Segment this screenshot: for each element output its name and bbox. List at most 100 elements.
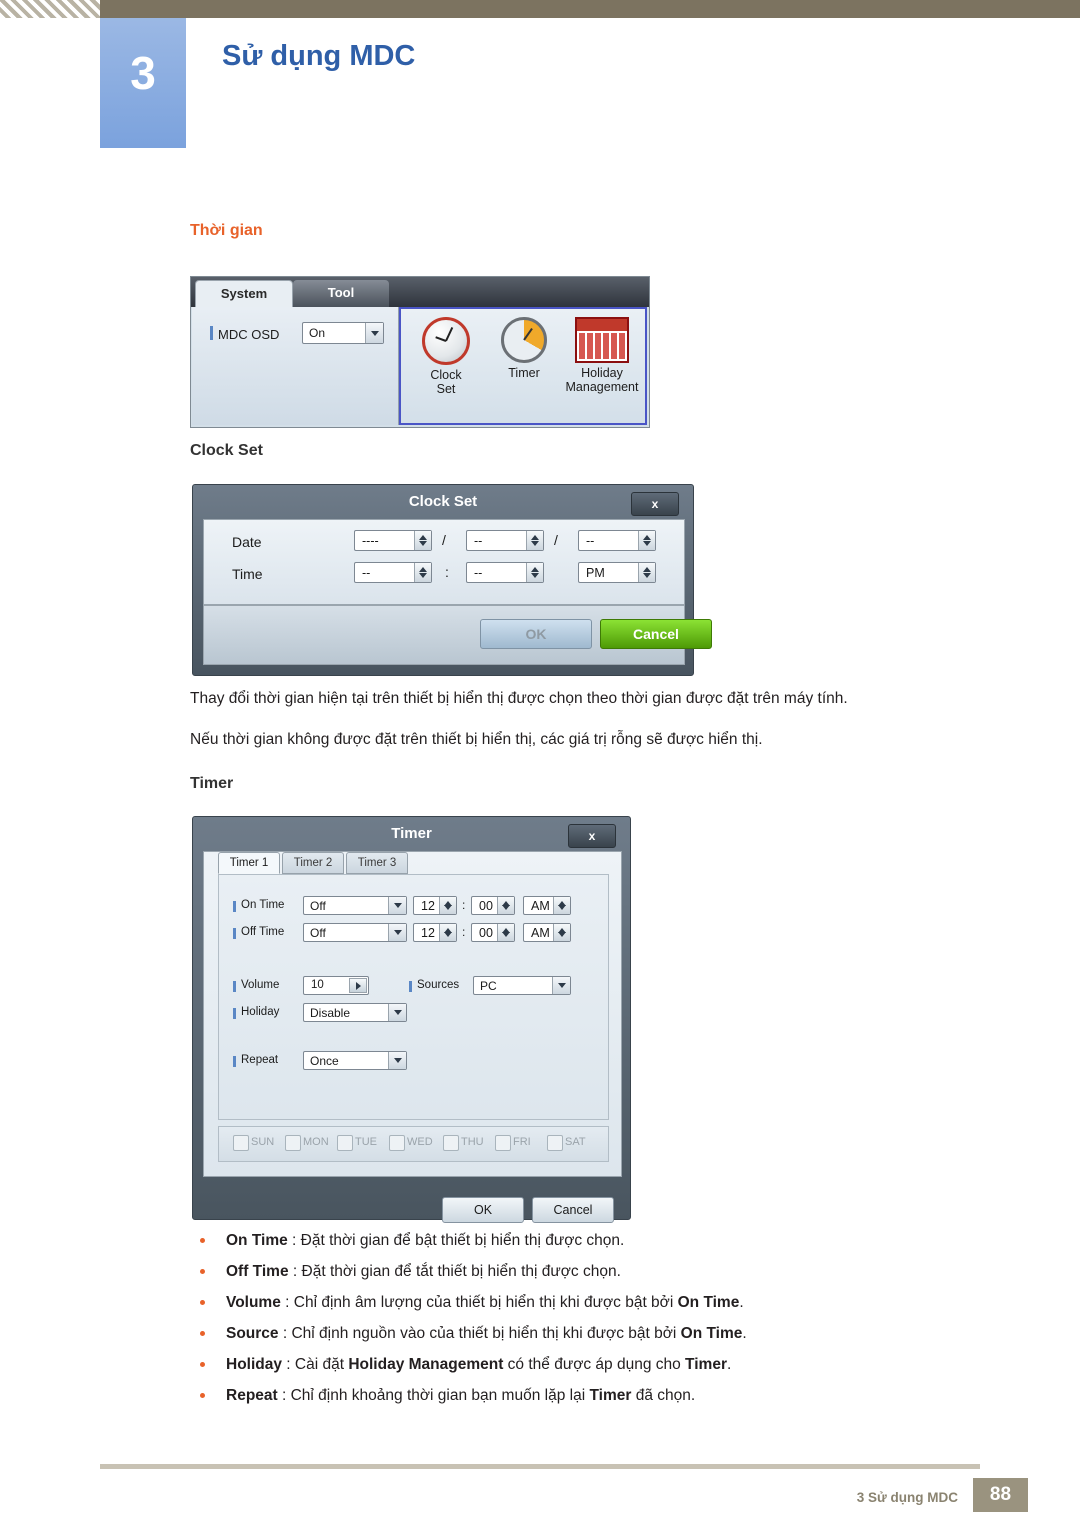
clock-set-body: Date Time ---- / -- / -- -- : -- PM	[203, 519, 685, 605]
paragraph-2: Nếu thời gian không được đặt trên thiết …	[190, 731, 763, 748]
spinner-arrows-icon[interactable]	[638, 531, 655, 550]
timer-dialog: Timer x Timer 1 Timer 2 Timer 3 On Time …	[192, 816, 631, 1223]
volume-slider[interactable]: 10	[303, 976, 369, 995]
off-time-accent-bar	[233, 928, 236, 939]
bullet-dot-icon	[200, 1269, 205, 1275]
date-year-spinner[interactable]: ----	[354, 530, 432, 551]
sources-select[interactable]: PC	[473, 976, 571, 995]
clock-set-button[interactable]: Clock Set	[407, 317, 485, 397]
spinner-arrows-icon[interactable]	[526, 531, 543, 550]
page-title: Sử dụng MDC	[222, 40, 416, 72]
timer-fields-area: On Time Off 12 : 00 AM Off Time Off 12:…	[218, 874, 609, 1120]
bullet-dot-icon	[200, 1331, 205, 1337]
date-day-spinner[interactable]: --	[578, 530, 656, 551]
date-month-spinner[interactable]: --	[466, 530, 544, 551]
page-number: 88	[973, 1478, 1028, 1512]
checkbox-fri[interactable]	[495, 1135, 511, 1151]
off-time-minute-spinner[interactable]: 00	[471, 923, 515, 942]
bullet-term: Off Time	[226, 1263, 289, 1281]
footer-text: 3 Sử dụng MDC	[856, 1490, 958, 1505]
timer-button[interactable]: Timer	[485, 317, 563, 380]
date-separator-2: /	[554, 532, 558, 548]
on-time-minute-spinner[interactable]: 00	[471, 896, 515, 915]
checkbox-mon[interactable]	[285, 1135, 301, 1151]
tab-timer-1[interactable]: Timer 1	[218, 852, 280, 874]
spinner-arrows-icon[interactable]	[553, 897, 570, 914]
spinner-arrows-icon[interactable]	[439, 924, 456, 941]
time-separator: :	[445, 564, 449, 580]
spinner-arrows-icon[interactable]	[497, 924, 514, 941]
on-time-meridiem-select[interactable]: AM	[523, 896, 571, 915]
clock-set-cancel-button[interactable]: Cancel	[600, 619, 712, 649]
spinner-arrows-icon[interactable]	[553, 924, 570, 941]
bullet-sep: :	[287, 1232, 301, 1249]
bullet-text-mid: có thể được áp dụng cho	[503, 1356, 686, 1374]
checkbox-tue[interactable]	[337, 1135, 353, 1151]
mdc-osd-select[interactable]: On	[302, 322, 384, 344]
weekday-checkbox-row: SUN MON TUE WED THU FRI SAT	[218, 1126, 609, 1162]
date-label: Date	[232, 534, 262, 550]
repeat-select[interactable]: Once	[303, 1051, 407, 1070]
checkbox-sat[interactable]	[547, 1135, 563, 1151]
tab-tool[interactable]: Tool	[293, 280, 389, 307]
on-time-hour-spinner[interactable]: 12	[413, 896, 457, 915]
holiday-management-button[interactable]: Holiday Management	[563, 317, 641, 395]
chevron-down-icon	[388, 897, 406, 914]
calendar-header-bar	[577, 319, 627, 331]
timer-dialog-title: Timer	[391, 825, 432, 842]
off-time-hour-spinner[interactable]: 12	[413, 923, 457, 942]
time-hour-spinner[interactable]: --	[354, 562, 432, 583]
figure-system-tool-panel: System Tool MDC OSD On Clock Set Timer H…	[190, 276, 650, 428]
tab-timer-2[interactable]: Timer 2	[282, 852, 344, 874]
bullet-term: Repeat	[226, 1387, 278, 1405]
close-icon[interactable]: x	[568, 824, 616, 848]
bullet-sep: :	[277, 1387, 291, 1405]
bullet-strong: Holiday Management	[348, 1356, 504, 1374]
spinner-arrows-icon[interactable]	[497, 897, 514, 914]
tab-timer-3[interactable]: Timer 3	[346, 852, 408, 874]
clock-set-ok-button[interactable]: OK	[480, 619, 592, 649]
bullet-term: Source	[226, 1325, 279, 1343]
repeat-accent-bar	[233, 1056, 236, 1067]
spinner-arrows-icon[interactable]	[414, 531, 431, 550]
top-bar	[0, 0, 1080, 18]
close-icon[interactable]: x	[631, 492, 679, 516]
off-time-select[interactable]: Off	[303, 923, 407, 942]
on-time-value: Off	[310, 899, 326, 913]
slider-handle-icon[interactable]	[349, 978, 367, 993]
spinner-arrows-icon[interactable]	[526, 563, 543, 582]
mdc-osd-value: On	[309, 326, 326, 340]
repeat-label: Repeat	[241, 1054, 279, 1066]
tab-system[interactable]: System	[195, 280, 293, 308]
system-panel-icons: Clock Set Timer Holiday Management	[399, 307, 647, 425]
timer-cancel-button[interactable]: Cancel	[532, 1197, 614, 1223]
on-time-select[interactable]: Off	[303, 896, 407, 915]
label-mon: MON	[303, 1136, 329, 1148]
spinner-arrows-icon[interactable]	[439, 897, 456, 914]
bullet-strong: On Time	[680, 1325, 743, 1343]
spinner-arrows-icon[interactable]	[414, 563, 431, 582]
footer-divider	[100, 1464, 980, 1469]
time-label: Time	[232, 566, 263, 582]
spinner-arrows-icon[interactable]	[638, 563, 655, 582]
bullet-dot-icon	[200, 1362, 205, 1368]
section-heading-thoi-gian: Thời gian	[190, 222, 263, 239]
holiday-select[interactable]: Disable	[303, 1003, 407, 1022]
list-item: Off Time : Đặt thời gian để tắt thiết bị…	[190, 1263, 990, 1282]
on-time-colon: :	[462, 898, 466, 912]
time-meridiem-select[interactable]: PM	[578, 562, 656, 583]
time-minute-spinner[interactable]: --	[466, 562, 544, 583]
sources-accent-bar	[409, 981, 412, 992]
calendar-grid	[579, 333, 625, 359]
checkbox-thu[interactable]	[443, 1135, 459, 1151]
checkbox-wed[interactable]	[389, 1135, 405, 1151]
time-minute-value: --	[474, 566, 483, 580]
timer-ok-button[interactable]: OK	[442, 1197, 524, 1223]
clock-set-caption-2: Set	[436, 382, 456, 397]
clock-set-dialog: Clock Set x Date Time ---- / -- / -- -- …	[192, 484, 712, 676]
on-time-hour-value: 12	[421, 899, 435, 913]
off-time-meridiem-select[interactable]: AM	[523, 923, 571, 942]
checkbox-sun[interactable]	[233, 1135, 249, 1151]
bullet-strong-2: Timer	[685, 1356, 727, 1374]
timer-icon	[501, 317, 547, 363]
